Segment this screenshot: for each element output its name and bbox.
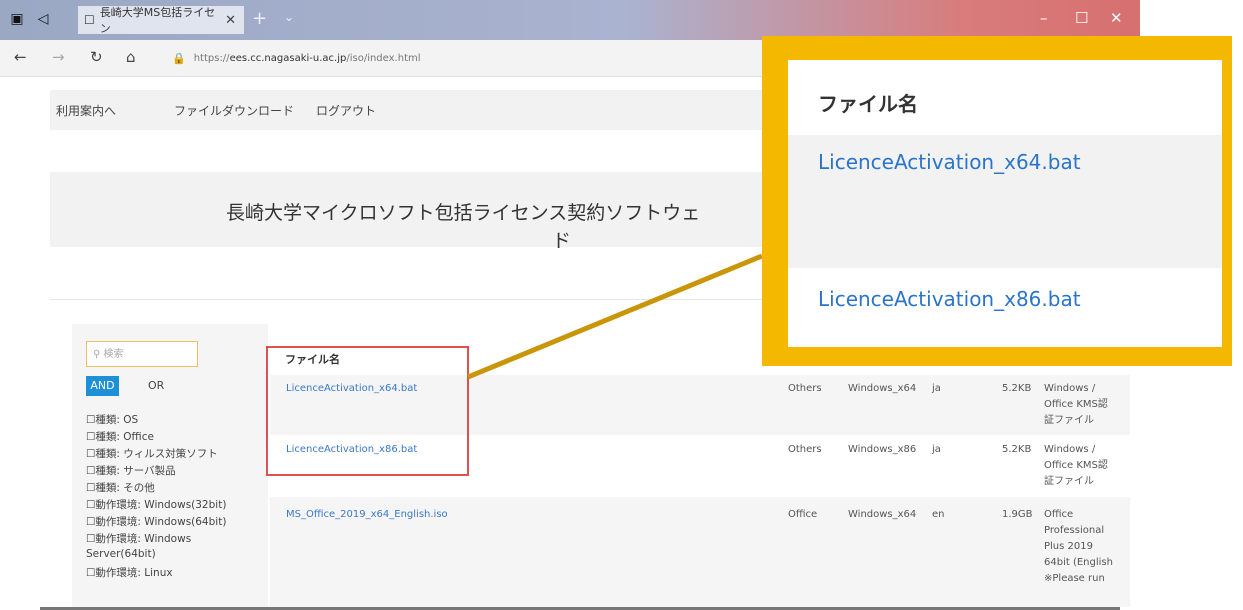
connector-line: [467, 253, 763, 380]
zoom-callout: ファイル名 LicenceActivation_x64.bat LicenceA…: [762, 36, 1232, 366]
callout-file-link[interactable]: LicenceActivation_x64.bat: [818, 150, 1081, 174]
callout-file-link[interactable]: LicenceActivation_x86.bat: [818, 287, 1081, 311]
callout-content: ファイル名 LicenceActivation_x64.bat LicenceA…: [788, 60, 1222, 347]
callout-header: ファイル名: [818, 92, 918, 116]
